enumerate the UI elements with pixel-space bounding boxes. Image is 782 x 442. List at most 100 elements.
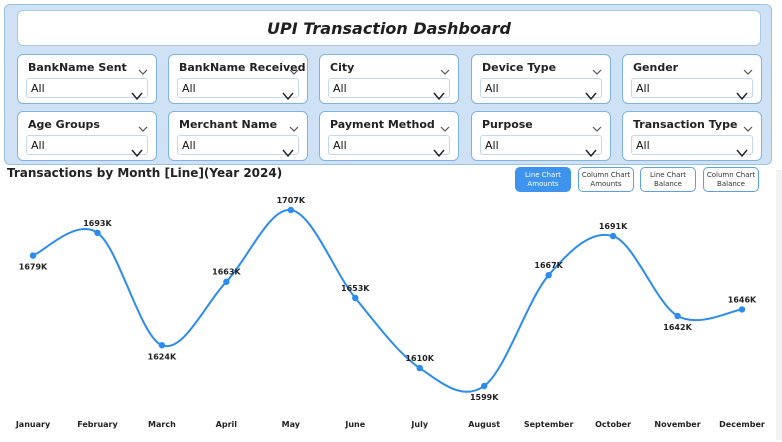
dropdown-value: All [333, 139, 347, 152]
slicer-label: Purpose [482, 118, 533, 131]
device-type-dropdown[interactable]: All [480, 78, 602, 101]
data-point-april[interactable] [223, 278, 230, 285]
bankname-received-dropdown[interactable]: All [177, 78, 299, 101]
line-chart-balance-button[interactable]: Line Chart Balance [640, 167, 696, 192]
gender-dropdown[interactable]: All [631, 78, 753, 101]
data-point-august[interactable] [480, 382, 488, 390]
data-point-december[interactable] [738, 306, 746, 313]
data-point-july[interactable] [416, 364, 423, 372]
data-point-march[interactable] [158, 342, 166, 349]
data-point-may[interactable] [287, 206, 295, 214]
slicer-transaction-type: Transaction Type All [622, 111, 762, 161]
purpose-dropdown[interactable]: All [480, 135, 602, 158]
bankname-sent-dropdown[interactable]: All [26, 78, 148, 101]
data-label-september: 1667K [534, 261, 563, 270]
dropdown-value: All [31, 82, 45, 95]
transaction-type-dropdown[interactable]: All [631, 135, 753, 158]
data-label-october: 1691K [599, 222, 628, 231]
chevron-down-icon[interactable] [289, 118, 299, 132]
column-chart-balance-button[interactable]: Column Chart Balance [703, 167, 759, 192]
data-label-april: 1663K [212, 268, 241, 277]
data-label-march: 1624K [148, 352, 177, 361]
chevron-down-icon[interactable] [440, 118, 450, 132]
x-tick-june: June [344, 420, 365, 429]
dropdown-arrow-icon [433, 85, 445, 101]
dropdown-value: All [31, 139, 45, 152]
data-points [29, 206, 746, 390]
dropdown-value: All [636, 139, 650, 152]
slicer-age-groups: Age Groups All [17, 111, 157, 161]
x-tick-september: September [524, 420, 574, 429]
data-label-december: 1646K [728, 295, 757, 304]
data-label-july: 1610K [405, 354, 434, 363]
slicer-merchant-name: Merchant Name All [168, 111, 308, 161]
slicer-bankname-sent: BankName Sent All [17, 54, 157, 104]
dropdown-arrow-icon [433, 142, 445, 158]
dropdown-arrow-icon [282, 85, 294, 101]
chart-title: Transactions by Month [Line](Year 2024) [7, 166, 283, 180]
slicer-payment-method: Payment Method All [319, 111, 459, 161]
dropdown-arrow-icon [585, 85, 597, 101]
line-chart: 1679K 1693K 1624K 1663K 1707K 1653K 1610K 1599K… [15, 196, 765, 429]
x-tick-may: May [282, 420, 301, 429]
x-tick-july: July [410, 420, 428, 429]
data-label-june: 1653K [341, 284, 370, 293]
chevron-down-icon[interactable] [138, 61, 148, 75]
slicer-label: BankName Sent [28, 61, 127, 74]
slicer-label: Merchant Name [179, 118, 278, 131]
slicer-device-type: Device Type All [471, 54, 611, 104]
slicer-label: Gender [633, 61, 679, 74]
data-labels: 1679K 1693K 1624K 1663K 1707K 1653K 1610K 1599K… [19, 196, 757, 402]
x-tick-march: March [148, 420, 176, 429]
slicer-label: City [330, 61, 355, 74]
data-label-august: 1599K [470, 393, 499, 402]
chevron-down-icon[interactable] [440, 61, 450, 75]
data-point-november[interactable] [674, 312, 681, 320]
slicer-purpose: Purpose All [471, 111, 611, 161]
dropdown-arrow-icon [131, 85, 143, 101]
merchant-name-dropdown[interactable]: All [177, 135, 299, 158]
data-point-june[interactable] [352, 294, 359, 302]
x-tick-april: April [216, 420, 238, 429]
data-label-february: 1693K [83, 219, 112, 228]
slicer-bankname-received: BankName Received All [168, 54, 308, 104]
data-point-october[interactable] [609, 232, 617, 240]
x-axis-labels: January February March April May June July Augu… [15, 420, 765, 429]
slicer-city: City All [319, 54, 459, 104]
chevron-down-icon[interactable] [592, 118, 602, 132]
dropdown-value: All [485, 82, 499, 95]
dropdown-arrow-icon [736, 142, 748, 158]
dropdown-value: All [182, 139, 196, 152]
slicer-label: Transaction Type [633, 118, 738, 131]
city-dropdown[interactable]: All [328, 78, 450, 101]
slicer-gender: Gender All [622, 54, 762, 104]
slicer-label: Age Groups [28, 118, 100, 131]
chevron-down-icon[interactable] [289, 61, 299, 75]
dropdown-value: All [333, 82, 347, 95]
data-label-january: 1679K [19, 263, 48, 272]
x-tick-november: November [654, 420, 700, 429]
slicer-label: BankName Received [179, 61, 306, 74]
chevron-down-icon[interactable] [743, 61, 753, 75]
dashboard-title-box: UPI Transaction Dashboard [17, 10, 761, 46]
line-chart-amounts-button[interactable]: Line Chart Amounts [515, 167, 571, 192]
data-point-september[interactable] [545, 271, 552, 279]
data-point-january[interactable] [29, 252, 37, 259]
dropdown-value: All [485, 139, 499, 152]
payment-method-dropdown[interactable]: All [328, 135, 450, 158]
scroll-strip [776, 170, 782, 440]
x-tick-february: February [77, 420, 118, 429]
age-groups-dropdown[interactable]: All [26, 135, 148, 158]
slicer-label: Device Type [482, 61, 557, 74]
chevron-down-icon[interactable] [138, 118, 148, 132]
chevron-down-icon[interactable] [592, 61, 602, 75]
x-tick-august: August [468, 420, 500, 429]
chevron-down-icon[interactable] [743, 118, 753, 132]
data-label-may: 1707K [277, 196, 306, 205]
dropdown-arrow-icon [585, 142, 597, 158]
dropdown-arrow-icon [736, 85, 748, 101]
data-point-february[interactable] [94, 229, 101, 237]
x-tick-october: October [595, 420, 631, 429]
column-chart-amounts-button[interactable]: Column Chart Amounts [578, 167, 634, 192]
dropdown-value: All [636, 82, 650, 95]
